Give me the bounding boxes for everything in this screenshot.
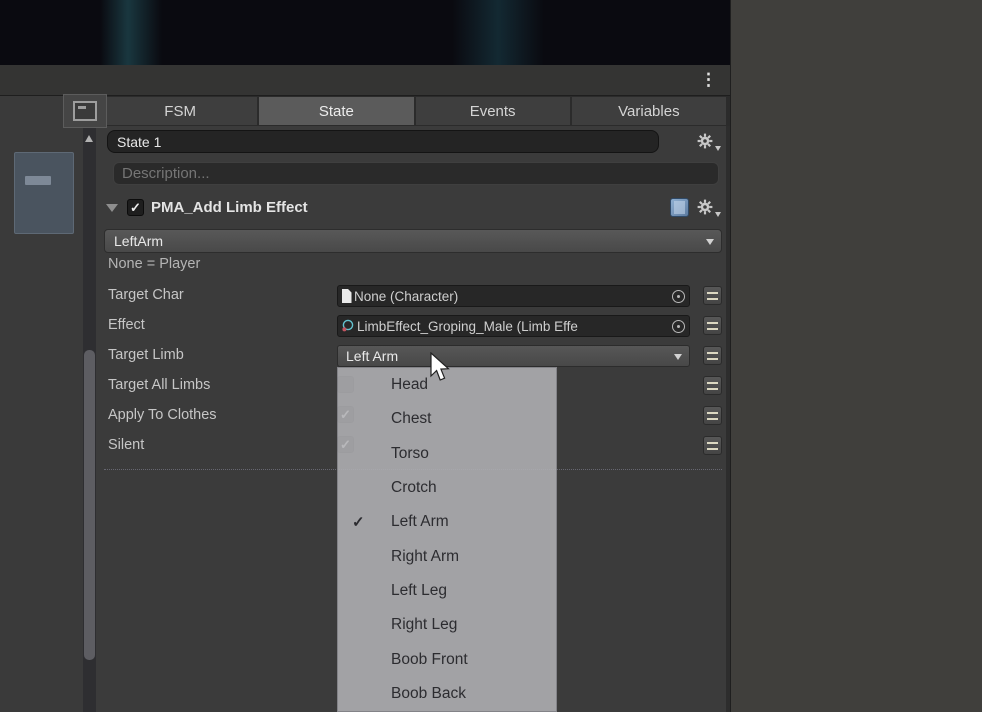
field-menu-button[interactable] [703,406,722,425]
dropdown-item-torso[interactable]: Torso [338,437,556,471]
field-menu-button[interactable] [703,286,722,305]
dropdown-item-right-arm[interactable]: Right Arm [338,539,556,573]
panel-toolbar: ⋮ [0,65,730,96]
field-row-target-limb: Target Limb Left Arm [96,345,730,367]
item-label: Right Leg [391,616,457,634]
field-menu-button[interactable] [703,376,722,395]
dropdown-item-chest[interactable]: Chest [338,402,556,436]
dropdown-arrow-icon [706,239,714,245]
mouse-cursor [428,352,452,389]
object-field-effect[interactable]: LimbEffect_Groping_Male (Limb Effe [337,315,690,337]
inspector-tabbar: FSM State Events Variables [96,96,730,126]
tab-state[interactable]: State [259,97,413,125]
item-label: Right Arm [391,548,459,566]
state-description-input[interactable] [113,162,719,185]
object-picker-icon[interactable] [672,320,685,333]
teal-glow-band [452,0,544,65]
item-check-icon: ✓ [352,513,365,531]
desktop-background [730,0,982,712]
field-menu-button[interactable] [703,346,722,365]
scriptable-object-icon [341,319,355,333]
enum-field-target-limb[interactable]: Left Arm [337,345,690,367]
playmaker-window: ⋮ FSM State Events Variables [0,0,982,712]
menu-bars-icon [707,412,718,420]
field-label: Target Char [108,287,184,303]
tab-variables[interactable]: Variables [572,97,726,125]
state-name-input[interactable] [107,130,659,153]
preset-dropdown[interactable]: LeftArm [104,229,722,253]
dropdown-item-crotch[interactable]: Crotch [338,471,556,505]
action-help-icon[interactable] [670,198,689,217]
dropdown-item-left-leg[interactable]: Left Leg [338,574,556,608]
state-node-thumbnail[interactable] [14,152,74,234]
field-label: Silent [108,437,144,453]
dropdown-item-boob-front[interactable]: Boob Front [338,642,556,676]
object-picker-icon[interactable] [672,290,685,303]
dropdown-item-boob-back[interactable]: Boob Back [338,677,556,711]
item-label: Torso [391,445,429,463]
fsm-graph-panel[interactable] [0,96,96,712]
state-node-title-bar [25,176,51,185]
menu-bars-icon [707,442,718,450]
dropdown-arrow-icon [674,354,682,360]
gear-caret-icon [715,212,721,217]
teal-glow-band [100,0,162,65]
scrollbar-thumb[interactable] [84,350,95,660]
menu-bars-icon [707,352,718,360]
more-options-icon[interactable]: ⋮ [700,68,717,92]
object-doc-icon [341,289,352,303]
menu-bars-icon [707,292,718,300]
field-row-target-char: Target Char None (Character) [96,285,730,307]
item-label: Left Leg [391,582,447,600]
gear-caret-icon [715,146,721,151]
item-label: Left Arm [391,513,449,531]
field-label: Target Limb [108,347,184,363]
dropdown-item-right-leg[interactable]: Right Leg [338,608,556,642]
object-field-value: LimbEffect_Groping_Male (Limb Effe [357,319,578,334]
field-row-effect: Effect LimbEffect_Groping_Male (Limb Eff… [96,315,730,337]
field-label: Effect [108,317,145,333]
preset-dropdown-value: LeftArm [114,233,163,249]
menu-bars-icon [707,322,718,330]
tab-events[interactable]: Events [416,97,570,125]
foldout-triangle-icon[interactable] [106,204,118,212]
tab-fsm[interactable]: FSM [103,97,257,125]
vertical-scrollbar[interactable] [83,128,96,712]
item-label: Boob Front [391,651,468,669]
scroll-up-icon[interactable] [85,135,93,142]
field-hint: None = Player [108,256,200,272]
item-label: Chest [391,410,432,428]
menu-bars-icon [707,382,718,390]
field-menu-button[interactable] [703,436,722,455]
state-settings-gear-icon[interactable] [697,133,717,151]
action-settings-gear-icon[interactable] [697,199,717,217]
item-label: Boob Back [391,685,466,703]
item-label: Crotch [391,479,437,497]
graph-header-area [0,0,730,65]
action-title: PMA_Add Limb Effect [151,199,308,216]
panel-edge [726,96,730,712]
object-field-target-char[interactable]: None (Character) [337,285,690,307]
limb-dropdown-popup: Head Chest Torso Crotch ✓ Left Arm Right… [337,367,557,712]
dropdown-item-left-arm[interactable]: ✓ Left Arm [338,505,556,539]
enum-field-value: Left Arm [346,348,398,364]
action-enabled-checkbox[interactable]: ✓ [127,199,144,216]
field-label: Apply To Clothes [108,407,217,423]
object-field-value: None (Character) [354,289,458,304]
action-header[interactable]: ✓ PMA_Add Limb Effect [96,196,730,222]
dock-button[interactable] [63,94,107,128]
field-label: Target All Limbs [108,377,210,393]
field-menu-button[interactable] [703,316,722,335]
dock-icon [73,101,97,121]
item-label: Head [391,376,428,394]
